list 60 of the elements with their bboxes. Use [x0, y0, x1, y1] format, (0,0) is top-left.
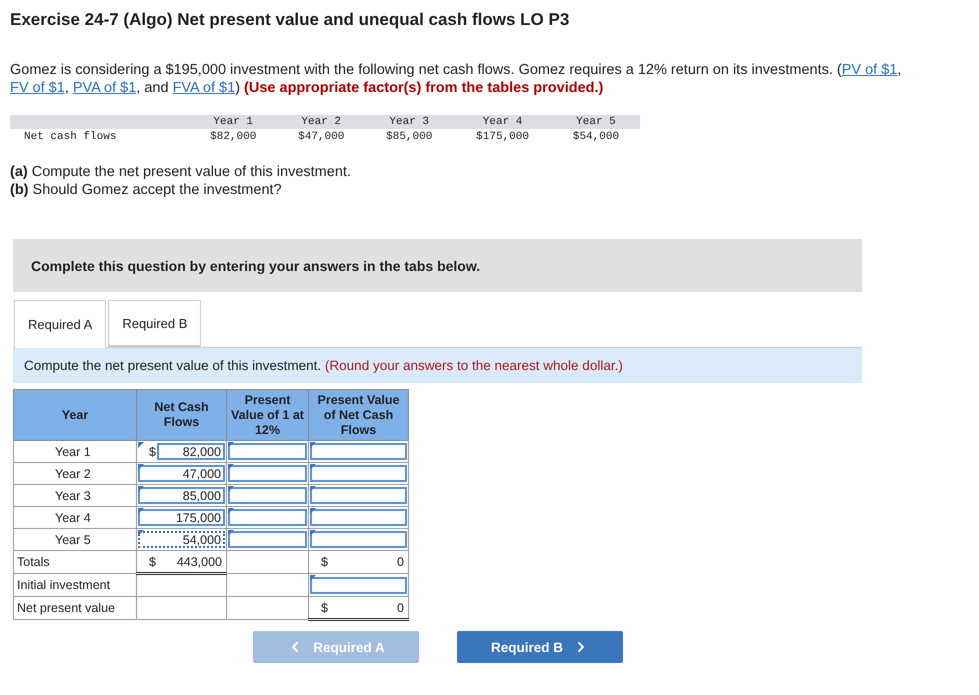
answer-field[interactable] [310, 465, 407, 482]
cash-flow-field[interactable]: 82,000 [156, 443, 225, 460]
cash-flow-cell: $85,000 [365, 129, 454, 145]
cash-flow-cell: $54,000 [552, 129, 640, 145]
dollar-sign: $ [149, 554, 156, 568]
answer-field[interactable] [310, 531, 407, 548]
required-tab[interactable]: Required B [108, 300, 202, 347]
required-tab[interactable]: Required A [14, 300, 106, 348]
cash-flow-cell: $175,000 [453, 129, 552, 145]
banner-text: Complete this question by entering your answers in the tabs below. [31, 258, 480, 274]
year-header: Year 4 [453, 115, 552, 129]
answer-field[interactable] [228, 443, 307, 460]
next-button[interactable]: Required B [457, 631, 623, 663]
cash-flow-field[interactable]: 175,000 [138, 509, 225, 526]
row-label: Net cash flows [10, 129, 190, 145]
problem-text: Gomez is considering a $195,000 investment with the following net cash flows. Gomez requires a 12% return on its investments. (PV of $1, FV of $1, PVA of $1, and FVA of $1) (Use appropriate factor(s) from the tables provided.) [10, 61, 902, 97]
answer-field[interactable] [228, 509, 307, 526]
total-value: 0 [396, 555, 405, 569]
row-label: Year 2 [54, 466, 92, 480]
table-link[interactable]: PVA of $1 [72, 80, 136, 96]
year-header: Year 2 [277, 115, 366, 129]
total-value: 443,000 [176, 554, 223, 568]
cash-flow-cell: $47,000 [277, 129, 366, 145]
row-label: Year 5 [54, 532, 92, 546]
cash-flow-cell: $82,000 [189, 129, 278, 145]
dollar-sign: $ [321, 555, 328, 569]
column-header: Net Cash Flows [136, 390, 226, 440]
answer-field[interactable] [228, 487, 307, 504]
answer-field[interactable] [228, 465, 307, 482]
answer-field[interactable] [310, 576, 407, 594]
cash-flow-field[interactable]: 54,000 [138, 531, 225, 548]
question-text: (a) Compute the net present value of this investment. [10, 164, 351, 180]
row-label: Initial investment [16, 578, 112, 592]
row-label: Year 1 [54, 444, 92, 458]
dollar-sign: $ [321, 600, 328, 614]
instruction-text: Compute the net present value of this investment. (Round your answers to the nearest whole dollar.) [24, 358, 623, 373]
answer-field[interactable] [310, 443, 407, 460]
cash-flow-field[interactable]: 85,000 [138, 487, 225, 504]
total-value: 0 [396, 600, 405, 614]
answer-field[interactable] [310, 509, 407, 526]
row-label: Totals [16, 555, 51, 569]
column-header: Present Value of Net Cash Flows [308, 390, 408, 440]
dollar-sign: $ [149, 444, 156, 458]
table-link[interactable]: FVA of $1 [172, 80, 236, 96]
question-text: (b) Should Gomez accept the investment? [10, 182, 282, 198]
cash-flow-field[interactable]: 47,000 [138, 465, 225, 482]
year-header: Year 5 [552, 115, 640, 129]
corner-marker-icon [138, 442, 144, 448]
table-link[interactable]: PV of $1 [842, 62, 898, 78]
row-label: Year 4 [54, 510, 92, 524]
column-header: Present Value of 1 at 12% [226, 390, 308, 440]
column-header: Year [14, 390, 136, 440]
year-header: Year 1 [189, 115, 278, 129]
row-label: Year 3 [54, 488, 92, 502]
exercise-title: Exercise 24-7 (Algo) Net present value and unequal cash flows LO P3 [10, 10, 570, 30]
row-label: Net present value [16, 601, 116, 615]
answer-field[interactable] [228, 531, 307, 548]
answer-field[interactable] [310, 487, 407, 504]
year-header: Year 3 [365, 115, 454, 129]
table-link[interactable]: FV of $1 [10, 80, 65, 96]
